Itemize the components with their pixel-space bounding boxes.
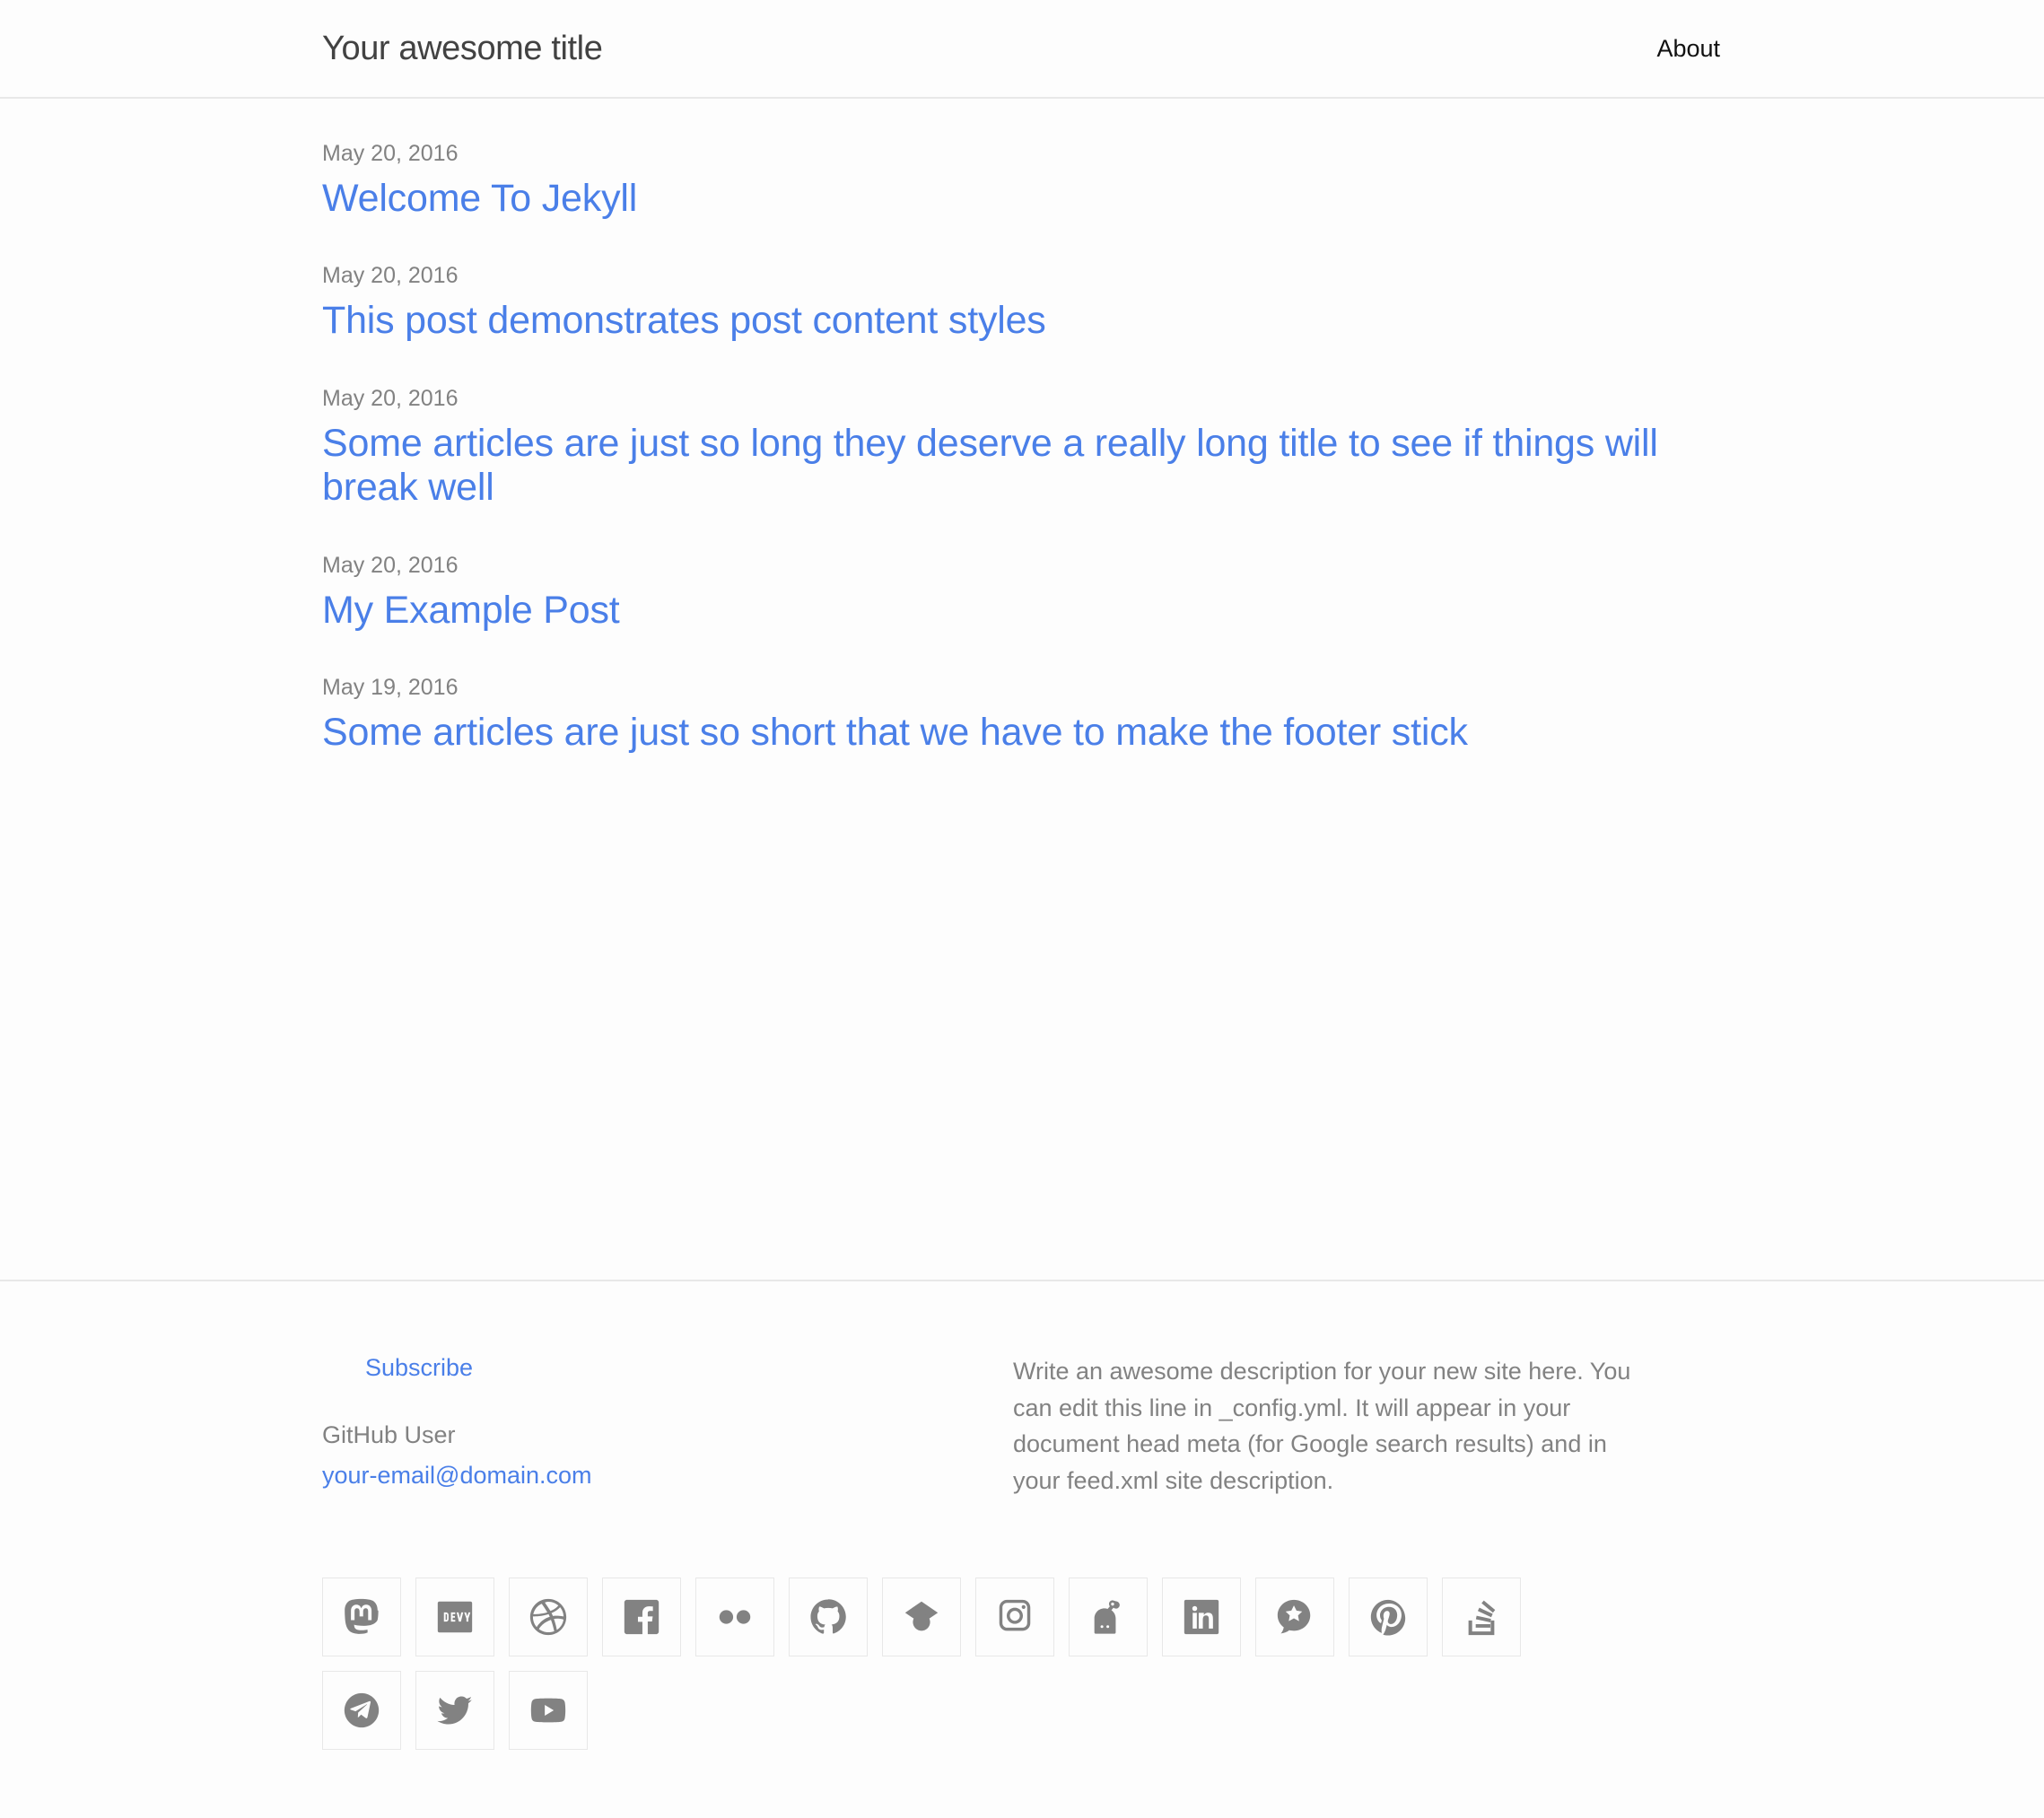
dev-icon [434,1596,476,1638]
social-link-dev[interactable] [415,1578,494,1656]
social-link-keybase[interactable] [1069,1578,1148,1656]
content-container: May 20, 2016 Welcome To Jekyll May 20, 2… [322,138,1722,756]
post-link[interactable]: My Example Post [322,589,1659,633]
social-link-instagram[interactable] [975,1578,1054,1656]
list-item: May 19, 2016 Some articles are just so s… [322,672,1722,755]
contact-email-item: your-email@domain.com [322,1458,1013,1493]
dribbble-icon [528,1596,569,1638]
facebook-icon [621,1596,662,1638]
pinterest-icon [1367,1596,1409,1638]
post-link[interactable]: Welcome To Jekyll [322,177,1659,221]
social-link-pinterest[interactable] [1349,1578,1428,1656]
youtube-icon [528,1690,569,1731]
social-link-youtube[interactable] [509,1671,588,1750]
stackoverflow-icon [1461,1596,1502,1638]
post-link[interactable]: Some articles are just so long they dese… [322,422,1659,511]
post-date: May 19, 2016 [322,675,459,701]
nav-link-about[interactable]: About [1656,36,1720,61]
social-link-google-scholar[interactable] [882,1578,961,1656]
social-link-microsoft[interactable] [1255,1578,1334,1656]
contact-list: GitHub User your-email@domain.com [322,1418,1013,1493]
social-link-facebook[interactable] [602,1578,681,1656]
subscribe-link[interactable]: Subscribe [365,1354,473,1381]
post-date: May 20, 2016 [322,385,459,411]
social-link-linkedin[interactable] [1162,1578,1241,1656]
site-header: Your awesome title About [0,0,2044,99]
header-container: Your awesome title About [322,0,1722,97]
post-date: May 20, 2016 [322,263,459,289]
github-icon [808,1596,849,1638]
footer-contact-column: Subscribe GitHub User your-email@domain.… [322,1351,1013,1493]
post-link[interactable]: Some articles are just so short that we … [322,711,1659,755]
github-user-name: GitHub User [322,1420,456,1448]
page-content: May 20, 2016 Welcome To Jekyll May 20, 2… [0,99,2044,1280]
social-link-stackoverflow[interactable] [1442,1578,1521,1656]
list-item: May 20, 2016 My Example Post [322,550,1722,633]
instagram-icon [994,1596,1035,1638]
social-link-twitter[interactable] [415,1671,494,1750]
post-link[interactable]: This post demonstrates post content styl… [322,299,1659,343]
microsoft-icon [1274,1596,1315,1638]
twitter-icon [434,1690,476,1731]
social-link-dribbble[interactable] [509,1578,588,1656]
subscribe-line: Subscribe [322,1351,1013,1385]
social-link-telegram[interactable] [322,1671,401,1750]
flickr-icon [714,1596,756,1638]
google-scholar-icon [901,1596,942,1638]
telegram-icon [341,1690,382,1731]
linkedin-icon [1181,1596,1222,1638]
site-nav: About [1656,36,1722,61]
keybase-icon [1088,1596,1129,1638]
footer-columns: Subscribe GitHub User your-email@domain.… [322,1351,1722,1499]
footer-container: Subscribe GitHub User your-email@domain.… [322,1351,1722,1764]
footer-description-column: Write an awesome description for your ne… [1013,1351,1722,1499]
site-title[interactable]: Your awesome title [322,31,603,66]
page-root: Your awesome title About May 20, 2016 We… [0,0,2044,1818]
site-footer: Subscribe GitHub User your-email@domain.… [0,1280,2044,1818]
social-link-mastodon[interactable] [322,1578,401,1656]
post-date: May 20, 2016 [322,552,459,578]
list-item: May 20, 2016 Some articles are just so l… [322,383,1722,511]
site-description: Write an awesome description for your ne… [1013,1358,1631,1494]
post-list: May 20, 2016 Welcome To Jekyll May 20, 2… [322,138,1722,756]
post-date: May 20, 2016 [322,141,459,166]
social-link-flickr[interactable] [695,1578,774,1656]
list-item: May 20, 2016 Welcome To Jekyll [322,138,1722,221]
email-link[interactable]: your-email@domain.com [322,1462,592,1489]
social-links-grid [322,1578,1623,1764]
list-item: May 20, 2016 This post demonstrates post… [322,260,1722,343]
social-link-github[interactable] [789,1578,868,1656]
mastodon-icon [341,1596,382,1638]
